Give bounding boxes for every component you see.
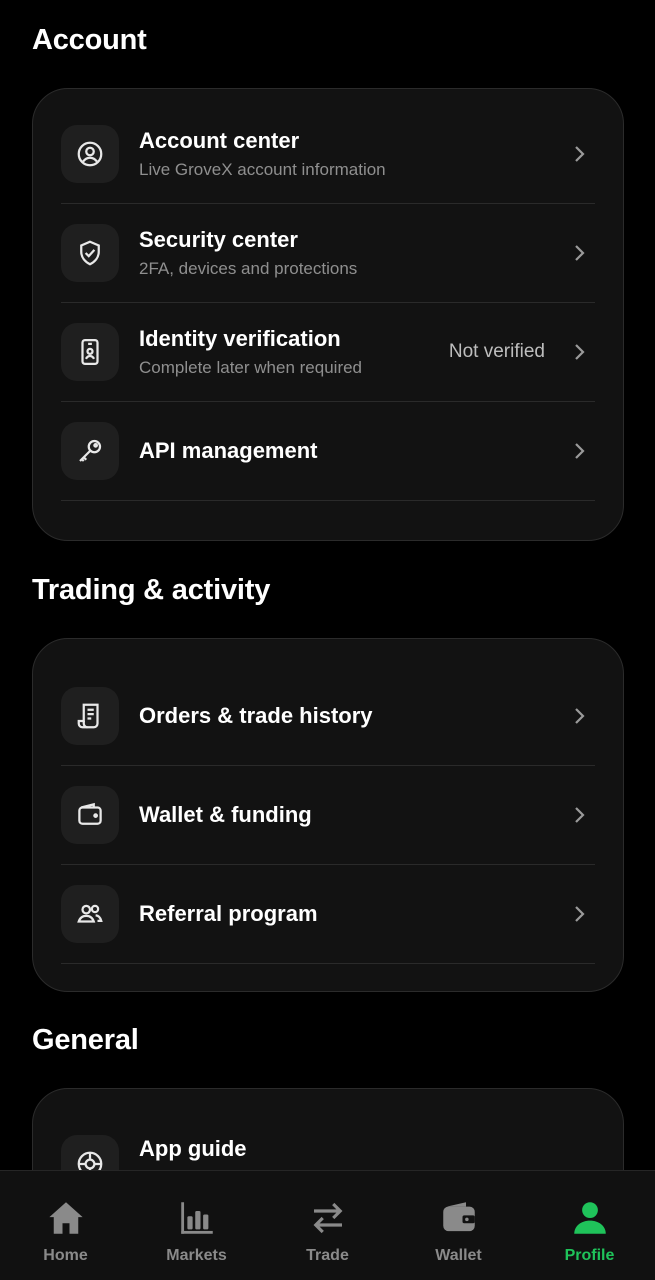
lifebuoy-icon (61, 1135, 119, 1170)
wallet-funding-title: Wallet & funding (139, 802, 312, 827)
bottom-tab-bar: Home Markets Trade Wallet Profile (0, 1170, 655, 1280)
chevron-right-icon (575, 146, 585, 162)
trading-card: Orders & trade history Wallet & funding (32, 638, 624, 992)
general-card: App guide (32, 1088, 624, 1170)
users-icon (61, 885, 119, 943)
api-management-row[interactable]: API management (61, 402, 595, 501)
referral-program-title: Referral program (139, 901, 318, 926)
security-center-row[interactable]: Security center 2FA, devices and protect… (61, 204, 595, 303)
identity-verification-row[interactable]: Identity verification Complete later whe… (61, 303, 595, 402)
app-guide-title: App guide (139, 1136, 247, 1161)
receipt-icon (61, 687, 119, 745)
referral-program-row[interactable]: Referral program (61, 865, 595, 964)
chevron-right-icon (575, 807, 585, 823)
identity-verification-title: Identity verification (139, 326, 341, 351)
chevron-right-icon (575, 906, 585, 922)
chevron-right-icon (575, 443, 585, 459)
settings-scroll-area[interactable]: Account Account center Live GroveX accou… (0, 0, 655, 1170)
chevron-right-icon (575, 245, 585, 261)
wallet-funding-row[interactable]: Wallet & funding (61, 766, 595, 865)
wallet-icon (442, 1202, 475, 1232)
id-card-icon (61, 323, 119, 381)
tab-trade[interactable]: Trade (262, 1171, 393, 1280)
user-circle-icon (61, 125, 119, 183)
section-title-trading: Trading & activity (32, 574, 271, 606)
tab-home-label: Home (43, 1247, 88, 1264)
section-title-general: General (32, 1024, 139, 1056)
orders-history-row[interactable]: Orders & trade history (61, 667, 595, 766)
security-center-title: Security center (139, 227, 298, 252)
tab-wallet[interactable]: Wallet (393, 1171, 524, 1280)
tab-wallet-label: Wallet (435, 1247, 482, 1264)
account-center-title: Account center (139, 128, 300, 153)
chevron-right-icon (575, 708, 585, 724)
wallet-icon (61, 786, 119, 844)
api-management-title: API management (139, 438, 318, 463)
key-icon (61, 422, 119, 480)
bar-chart-icon (180, 1202, 213, 1234)
account-center-row[interactable]: Account center Live GroveX account infor… (61, 105, 595, 204)
tab-trade-label: Trade (306, 1247, 349, 1264)
tab-home[interactable]: Home (0, 1171, 131, 1280)
identity-verification-subtitle: Complete later when required (139, 358, 363, 377)
swap-icon (313, 1202, 342, 1234)
section-title-account: Account (32, 24, 147, 56)
account-card: Account center Live GroveX account infor… (32, 88, 624, 541)
app-guide-row[interactable]: App guide (61, 1117, 595, 1170)
tab-profile-label: Profile (564, 1247, 615, 1264)
account-center-subtitle: Live GroveX account information (139, 160, 386, 179)
chevron-right-icon (575, 344, 585, 360)
security-center-subtitle: 2FA, devices and protections (139, 259, 358, 278)
profile-screen: Account Account center Live GroveX accou… (0, 0, 655, 1280)
verification-status-badge: Not verified (448, 341, 545, 362)
profile-icon (573, 1202, 606, 1234)
tab-markets[interactable]: Markets (131, 1171, 262, 1280)
shield-check-icon (61, 224, 119, 282)
tab-profile[interactable]: Profile (524, 1171, 655, 1280)
tab-markets-label: Markets (166, 1247, 227, 1264)
orders-history-title: Orders & trade history (139, 703, 373, 728)
home-icon (48, 1202, 83, 1234)
